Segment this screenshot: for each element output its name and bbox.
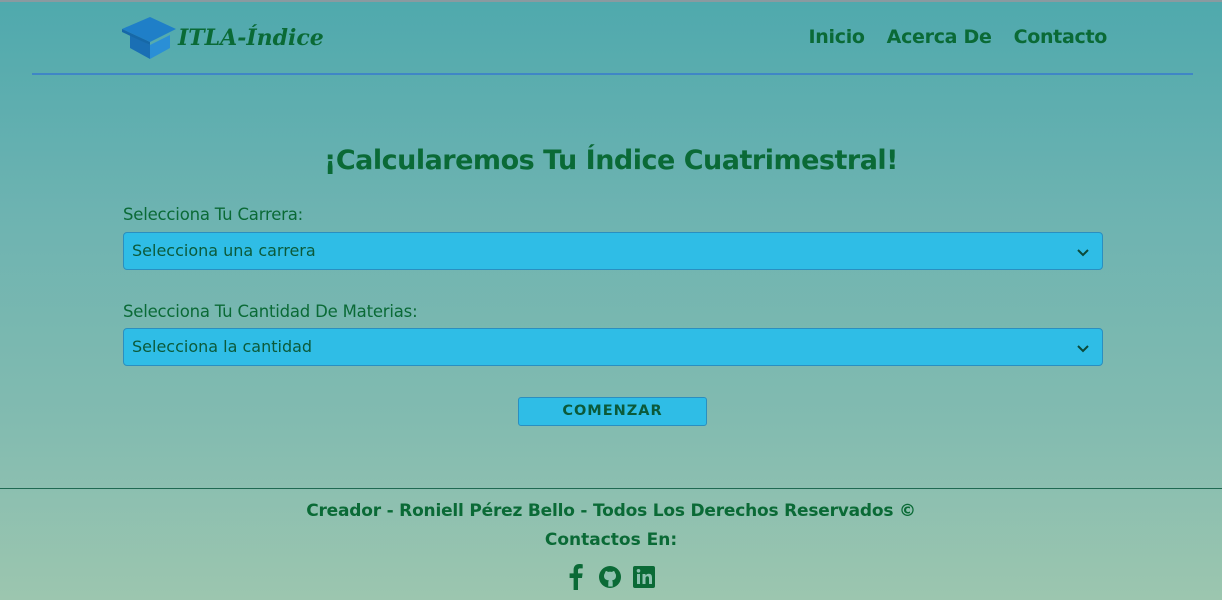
facebook-icon[interactable] [564,564,588,590]
linkedin-icon[interactable] [632,564,656,590]
nav-contacto[interactable]: Contacto [1014,26,1108,48]
site-header: ITLA-Índice Inicio Acerca De Contacto [32,2,1193,75]
logo-text: ITLA-Índice [178,25,324,51]
subjects-label: Selecciona Tu Cantidad De Materias: [123,302,418,321]
main-nav: Inicio Acerca De Contacto [809,26,1108,48]
career-select-value: Selecciona una carrera [132,241,316,260]
subjects-select[interactable]: Selecciona la cantidad [123,328,1103,366]
site-footer: Creador - Roniell Pérez Bello - Todos Lo… [0,488,1222,600]
page-title: ¡Calcularemos Tu Índice Cuatrimestral! [324,145,899,176]
contacts-label: Contactos En: [544,530,678,550]
social-links [564,564,656,590]
logo[interactable]: ITLA-Índice [120,14,324,62]
chevron-down-icon [1077,249,1089,257]
start-button[interactable]: COMENZAR [518,397,707,426]
subjects-select-value: Selecciona la cantidad [132,337,313,356]
footer-credit: Creador - Roniell Pérez Bello - Todos Lo… [306,501,916,521]
graduation-cap-icon [120,15,176,61]
nav-inicio[interactable]: Inicio [809,26,865,48]
nav-acerca-de[interactable]: Acerca De [887,26,992,48]
github-icon[interactable] [598,564,622,590]
career-label: Selecciona Tu Carrera: [123,205,304,224]
career-select[interactable]: Selecciona una carrera [123,232,1103,270]
chevron-down-icon [1077,345,1089,353]
